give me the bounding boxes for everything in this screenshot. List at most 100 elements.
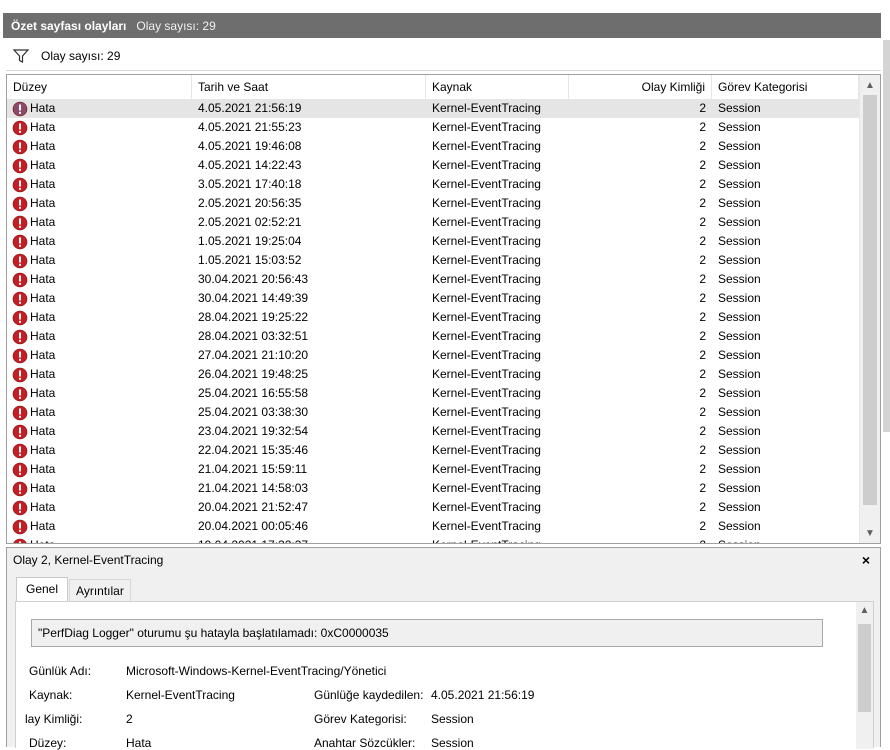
event-id-value: 2: [126, 712, 133, 726]
table-row[interactable]: Hata 20.04.2021 21:52:47 Kernel-EventTraci…: [7, 498, 859, 517]
cell-task-category: Session: [718, 348, 761, 362]
cell-task-category: Session: [718, 196, 761, 210]
cell-source: Kernel-EventTracing: [426, 536, 569, 543]
cell-task-category: Session: [718, 367, 761, 381]
table-row[interactable]: Hata 4.05.2021 19:46:08 Kernel-EventTracin…: [7, 137, 859, 156]
grid-scroll-thumb[interactable]: [863, 95, 877, 505]
table-row[interactable]: Hata 23.04.2021 19:32:54 Kernel-EventTraci…: [7, 422, 859, 441]
table-row[interactable]: Hata 4.05.2021 14:22:43 Kernel-EventTracin…: [7, 156, 859, 175]
cell-source: Kernel-EventTracing: [432, 196, 541, 210]
table-row[interactable]: Hata 2.05.2021 02:52:21 Kernel-EventTracin…: [7, 213, 859, 232]
cell-task-category: Session: [718, 272, 761, 286]
table-row[interactable]: Hata 21.04.2021 15:59:11 Kernel-EventTraci…: [7, 460, 859, 479]
cell-level-text: Hata: [30, 519, 56, 533]
column-header-source[interactable]: Kaynak: [426, 75, 569, 99]
table-row[interactable]: Hata 28.04.2021 03:32:51 Kernel-EventTraci…: [7, 327, 859, 346]
cell-level: Hata: [7, 422, 192, 441]
cell-level: Hata: [7, 213, 192, 232]
column-header-level[interactable]: Düzey: [7, 75, 192, 99]
cell-source: Kernel-EventTracing: [432, 177, 541, 191]
cell-datetime: 4.05.2021 21:55:23: [198, 120, 302, 134]
table-row[interactable]: Hata 22.04.2021 15:35:46 Kernel-EventTraci…: [7, 441, 859, 460]
cell-event-id: 2: [699, 253, 706, 267]
cell-task-category: Session: [718, 291, 761, 305]
table-row[interactable]: Hata 21.04.2021 14:58:03 Kernel-EventTraci…: [7, 479, 859, 498]
tab-general[interactable]: Genel: [16, 577, 69, 602]
cell-event-id: 2: [699, 215, 706, 229]
keywords-label: Anahtar Sözcükler:: [314, 736, 416, 750]
logged-label: Günlüğe kaydedilen:: [314, 688, 424, 702]
cell-level-text: Hata: [30, 253, 56, 267]
table-row[interactable]: Hata 27.04.2021 21:10:20 Kernel-EventTraci…: [7, 346, 859, 365]
cell-task-category: Session: [718, 443, 761, 457]
cell-event-id: 2: [569, 536, 712, 543]
table-row[interactable]: Hata 26.04.2021 19:48:25 Kernel-EventTraci…: [7, 365, 859, 384]
grid-vertical-scrollbar[interactable]: ▲ ▼: [859, 75, 880, 543]
cell-level-text: Hata: [30, 310, 56, 324]
tab-details[interactable]: Ayrıntılar: [69, 579, 131, 602]
filter-icon[interactable]: [11, 46, 31, 66]
cell-source: Kernel-EventTracing: [432, 272, 541, 286]
event-message[interactable]: "PerfDiag Logger" oturumu şu hatayla baş…: [31, 619, 823, 647]
cell-task-category: Session: [718, 101, 761, 115]
cell-event-id: 2: [699, 158, 706, 172]
table-row[interactable]: Hata 25.04.2021 03:38:30 Kernel-EventTraci…: [7, 403, 859, 422]
scroll-down-arrow-icon[interactable]: ▼: [860, 525, 880, 543]
table-row[interactable]: Hata 19.04.2021 17:32:37Kernel-EventTraci…: [7, 536, 859, 543]
table-row[interactable]: Hata 20.04.2021 00:05:46 Kernel-EventTraci…: [7, 517, 859, 536]
cell-task-category: Session: [718, 177, 761, 191]
table-row[interactable]: Hata 4.05.2021 21:56:19 Kernel-EventTracin…: [7, 99, 859, 118]
error-icon: [12, 519, 28, 534]
cell-level-text: Hata: [30, 120, 56, 134]
detail-scroll-thumb[interactable]: [858, 624, 871, 712]
error-icon: [12, 424, 28, 439]
table-row[interactable]: Hata 1.05.2021 19:25:04 Kernel-EventTracin…: [7, 232, 859, 251]
cell-event-id: 2: [699, 291, 706, 305]
source-value: Kernel-EventTracing: [126, 688, 235, 702]
cell-source: Kernel-EventTracing: [432, 481, 541, 495]
error-icon: [12, 405, 28, 420]
cell-datetime: 25.04.2021 03:38:30: [198, 405, 309, 419]
table-row[interactable]: Hata 25.04.2021 16:55:58 Kernel-EventTraci…: [7, 384, 859, 403]
cell-task-category: Session: [718, 215, 761, 229]
table-row[interactable]: Hata 2.05.2021 20:56:35 Kernel-EventTracin…: [7, 194, 859, 213]
column-header-event-id[interactable]: Olay Kimliği: [569, 75, 712, 99]
summary-title: Özet sayfası olayları: [11, 18, 127, 33]
table-row[interactable]: Hata 4.05.2021 21:55:23 Kernel-EventTracin…: [7, 118, 859, 137]
cell-datetime: 21.04.2021 15:59:11: [198, 462, 308, 476]
cell-event-id: 2: [699, 120, 706, 134]
error-icon: [12, 139, 28, 154]
cell-source: Kernel-EventTracing: [432, 386, 541, 400]
cell-level-text: Hata: [30, 500, 56, 514]
cell-datetime: 26.04.2021 19:48:25: [198, 367, 309, 381]
cell-task-category: Session: [718, 253, 761, 267]
column-header-task-category[interactable]: Görev Kategorisi: [712, 75, 859, 99]
detail-body: "PerfDiag Logger" oturumu şu hatayla baş…: [15, 601, 874, 750]
cell-level-text: Hata: [30, 386, 56, 400]
cell-task-category: Session: [718, 310, 761, 324]
detail-vertical-scrollbar[interactable]: ▲: [856, 602, 873, 749]
cell-datetime: 1.05.2021 19:25:04: [198, 234, 302, 248]
task-category-value: Session: [431, 712, 474, 726]
error-icon: [12, 386, 28, 401]
table-row[interactable]: Hata 28.04.2021 19:25:22 Kernel-EventTraci…: [7, 308, 859, 327]
table-row[interactable]: Hata 30.04.2021 20:56:43 Kernel-EventTraci…: [7, 270, 859, 289]
scroll-up-arrow-icon[interactable]: ▲: [860, 77, 880, 95]
table-row[interactable]: Hata 1.05.2021 15:03:52 Kernel-EventTracin…: [7, 251, 859, 270]
cell-event-id: 2: [699, 424, 706, 438]
cell-datetime: 27.04.2021 21:10:20: [198, 348, 309, 362]
error-icon: [12, 291, 28, 306]
cell-event-id: 2: [699, 443, 706, 457]
cell-datetime: 22.04.2021 15:35:46: [198, 443, 309, 457]
cell-event-id: 2: [699, 386, 706, 400]
cell-level: Hata: [7, 498, 192, 517]
close-icon[interactable]: ×: [862, 548, 870, 573]
cell-level-text: Hata: [30, 329, 56, 343]
detail-scroll-up-arrow-icon[interactable]: ▲: [856, 602, 873, 620]
cell-source: Kernel-EventTracing: [432, 158, 541, 172]
table-row[interactable]: Hata 30.04.2021 14:49:39 Kernel-EventTraci…: [7, 289, 859, 308]
column-header-datetime[interactable]: Tarih ve Saat: [192, 75, 426, 99]
table-row[interactable]: Hata 3.05.2021 17:40:18 Kernel-EventTracin…: [7, 175, 859, 194]
cell-datetime: 28.04.2021 19:25:22: [198, 310, 309, 324]
cell-level: Hata: [7, 308, 192, 327]
